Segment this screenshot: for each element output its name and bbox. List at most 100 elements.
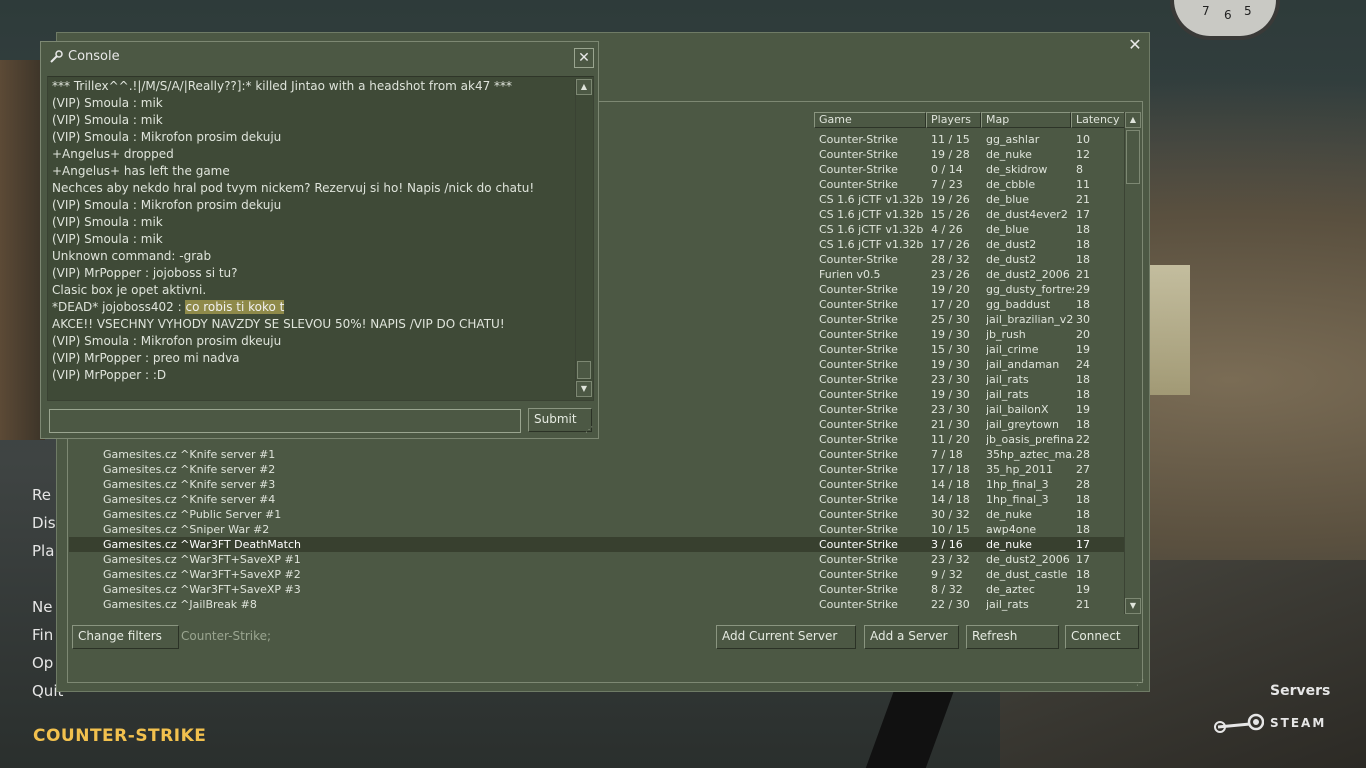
menu-item-new-game[interactable]: Ne [32, 598, 52, 616]
close-icon[interactable]: ✕ [574, 48, 594, 68]
scroll-up-icon[interactable]: ▲ [576, 79, 592, 95]
players-cell: 30 / 32 [931, 508, 970, 521]
players-cell: 14 / 18 [931, 493, 970, 506]
add-current-server-button[interactable]: Add Current Server [716, 625, 856, 649]
table-row[interactable]: Gamesites.cz ^War3FT DeathMatch Counter-S… [69, 537, 1127, 552]
scroll-down-icon[interactable]: ▼ [576, 381, 592, 397]
console-line: (VIP) Smoula : mik [52, 113, 163, 127]
latency-cell: 18 [1076, 493, 1090, 506]
latency-cell: 18 [1076, 418, 1090, 431]
console-line: (VIP) Smoula : mik [52, 215, 163, 229]
game-cell: Counter-Strike [819, 493, 898, 506]
column-header-latency[interactable]: Latency [1071, 112, 1126, 128]
latency-cell: 18 [1076, 223, 1090, 236]
table-row[interactable]: Gamesites.cz ^JailBreak #8 Counter-Strike… [69, 597, 1127, 612]
highlighted-text[interactable]: co robis ti koko t [185, 300, 285, 314]
refresh-button[interactable]: Refresh [966, 625, 1059, 649]
latency-cell: 17 [1076, 208, 1090, 221]
console-line: Nechces aby nekdo hral pod tvym nickem? … [52, 181, 535, 195]
console-log: ▲ ▼ *** Trillex^^.!|/M/S/A/|Really??]:* … [47, 76, 594, 401]
map-cell: jail_andaman [986, 358, 1060, 371]
menu-item-resume[interactable]: Re [32, 486, 51, 504]
server-name-cell: Gamesites.cz ^Knife server #3 [103, 478, 276, 491]
table-row[interactable]: Gamesites.cz ^Knife server #1 Counter-Str… [69, 447, 1127, 462]
latency-cell: 18 [1076, 568, 1090, 581]
map-cell: 1hp_final_3 [986, 478, 1049, 491]
map-cell: jail_bailonX [986, 403, 1049, 416]
game-cell: Counter-Strike [819, 148, 898, 161]
console-line: *** Trillex^^.!|/M/S/A/|Really??]:* kill… [52, 79, 513, 93]
menu-item-find-servers[interactable]: Fin [32, 626, 53, 644]
game-cell: Counter-Strike [819, 343, 898, 356]
latency-cell: 30 [1076, 313, 1090, 326]
scroll-up-icon[interactable]: ▲ [1125, 112, 1141, 128]
console-line: AKCE!! VSECHNY VYHODY NAVZDY SE SLEVOU 5… [52, 317, 505, 331]
table-row[interactable]: Gamesites.cz ^War3FT+SaveXP #2 Counter-St… [69, 567, 1127, 582]
game-cell: CS 1.6 jCTF v1.32b [819, 208, 924, 221]
table-row[interactable]: Gamesites.cz ^War3FT+SaveXP #1 Counter-St… [69, 552, 1127, 567]
console-line: (VIP) Smoula : mik [52, 96, 163, 110]
scroll-thumb[interactable] [577, 361, 591, 379]
players-cell: 17 / 26 [931, 238, 970, 251]
latency-cell: 17 [1076, 553, 1090, 566]
change-filters-button[interactable]: Change filters [72, 625, 179, 649]
players-cell: 19 / 26 [931, 193, 970, 206]
table-row[interactable]: Gamesites.cz ^Knife server #2 Counter-Str… [69, 462, 1127, 477]
players-cell: 23 / 32 [931, 553, 970, 566]
add-server-button[interactable]: Add a Server [864, 625, 959, 649]
game-cell: Counter-Strike [819, 373, 898, 386]
game-cell: Counter-Strike [819, 418, 898, 431]
scroll-down-icon[interactable]: ▼ [1125, 598, 1141, 614]
map-cell: 35hp_aztec_ma... [986, 448, 1074, 461]
table-row[interactable]: Gamesites.cz ^Sniper War #2 Counter-Strik… [69, 522, 1127, 537]
console-command-input[interactable] [49, 409, 521, 433]
table-row[interactable]: Gamesites.cz ^Knife server #4 Counter-Str… [69, 492, 1127, 507]
column-header-map[interactable]: Map [981, 112, 1071, 128]
menu-item-options[interactable]: Op [32, 654, 53, 672]
map-cell: de_dust2 [986, 238, 1037, 251]
server-list-scrollbar[interactable]: ▲ ▼ [1124, 112, 1141, 614]
players-cell: 17 / 18 [931, 463, 970, 476]
servers-label[interactable]: Servers [1270, 683, 1330, 699]
latency-cell: 17 [1076, 538, 1090, 551]
latency-cell: 12 [1076, 148, 1090, 161]
console-line: (VIP) Smoula : Mikrofon prosim dekuju [52, 198, 282, 212]
counter-strike-logo: COUNTER-STRIKE [33, 726, 207, 746]
menu-item-players[interactable]: Pla [32, 542, 54, 560]
game-cell: Counter-Strike [819, 253, 898, 266]
latency-cell: 28 [1076, 448, 1090, 461]
game-cell: Counter-Strike [819, 598, 898, 611]
latency-cell: 18 [1076, 523, 1090, 536]
table-row[interactable]: Gamesites.cz ^Public Server #1 Counter-St… [69, 507, 1127, 522]
console-line: (VIP) MrPopper : jojoboss si tu? [52, 266, 238, 280]
players-cell: 19 / 30 [931, 328, 970, 341]
game-cell: Counter-Strike [819, 463, 898, 476]
console-scrollbar[interactable]: ▲ ▼ [575, 79, 592, 397]
resize-grip-icon[interactable]: ⋰ [585, 425, 595, 435]
resize-grip-icon[interactable]: ⋰ [1136, 678, 1146, 688]
scroll-thumb[interactable] [1126, 130, 1140, 184]
players-cell: 23 / 30 [931, 373, 970, 386]
console-line: +Angelus+ has left the game [52, 164, 230, 178]
map-cell: de_dust_castle [986, 568, 1068, 581]
column-header-players[interactable]: Players [926, 112, 981, 128]
column-header-game[interactable]: Game [814, 112, 926, 128]
latency-cell: 18 [1076, 298, 1090, 311]
table-row[interactable]: Gamesites.cz ^War3FT+SaveXP #3 Counter-St… [69, 582, 1127, 597]
close-icon[interactable]: ✕ [1127, 37, 1143, 53]
latency-cell: 28 [1076, 478, 1090, 491]
table-row[interactable]: Gamesites.cz ^Knife server #3 Counter-Str… [69, 477, 1127, 492]
game-cell: Counter-Strike [819, 403, 898, 416]
server-name-cell: Gamesites.cz ^Knife server #1 [103, 448, 276, 461]
clock-digit: 6 [1224, 8, 1232, 22]
players-cell: 28 / 32 [931, 253, 970, 266]
submit-button[interactable]: Submit [528, 408, 592, 432]
latency-cell: 21 [1076, 598, 1090, 611]
latency-cell: 18 [1076, 253, 1090, 266]
map-cell: de_blue [986, 193, 1030, 206]
latency-cell: 21 [1076, 268, 1090, 281]
menu-item-disconnect[interactable]: Dis [32, 514, 56, 532]
connect-button[interactable]: Connect [1065, 625, 1139, 649]
console-line: (VIP) MrPopper : :D [52, 368, 167, 382]
game-cell: Counter-Strike [819, 448, 898, 461]
